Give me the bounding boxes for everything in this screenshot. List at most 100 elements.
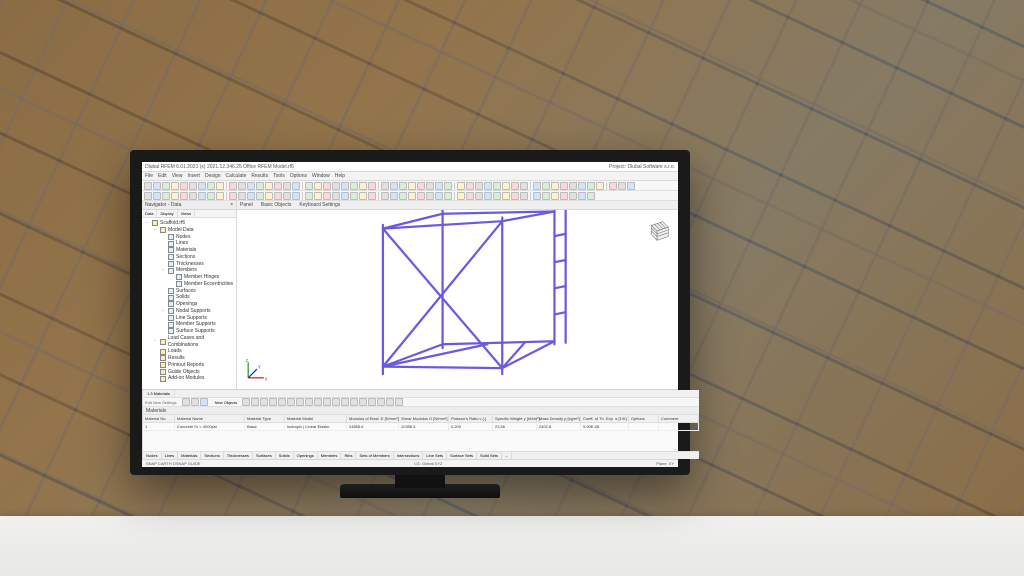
toolbar-icon[interactable]: [189, 182, 197, 190]
expand-icon[interactable]: -: [152, 227, 158, 234]
table-tool-icon[interactable]: [200, 398, 208, 406]
table-header-cell[interactable]: Material Model: [285, 415, 347, 422]
toolbar-icon[interactable]: [426, 182, 434, 190]
table-tool-icon[interactable]: [323, 398, 331, 406]
nav-tab-views[interactable]: Views: [178, 210, 196, 217]
toolbar-icon[interactable]: [533, 192, 541, 200]
toolbar-icon[interactable]: [587, 192, 595, 200]
tree-item[interactable]: Printout Reports: [144, 362, 234, 369]
toolbar-icon[interactable]: [475, 182, 483, 190]
toolbar-icon[interactable]: [314, 182, 322, 190]
table-header-cell[interactable]: Shear Modulus G [N/mm²]: [399, 415, 449, 422]
toolbar-icon[interactable]: [426, 192, 434, 200]
table-tool-icon[interactable]: [191, 398, 199, 406]
tree-item[interactable]: Thicknesses: [144, 261, 234, 268]
toolbar-icon[interactable]: [417, 182, 425, 190]
viewport-tab-basic[interactable]: Basic Objects: [261, 202, 292, 208]
toolbar-icon[interactable]: [569, 192, 577, 200]
menu-insert[interactable]: Insert: [187, 173, 200, 179]
toolbar-icon[interactable]: [283, 192, 291, 200]
menu-help[interactable]: Help: [335, 173, 345, 179]
toolbar-icon[interactable]: [569, 182, 577, 190]
toolbar-icon[interactable]: [511, 182, 519, 190]
menu-window[interactable]: Window: [312, 173, 330, 179]
toolbar-icon[interactable]: [542, 192, 550, 200]
toolbar-icon[interactable]: [198, 182, 206, 190]
toolbar-icon[interactable]: [180, 192, 188, 200]
tree-item[interactable]: Nodes: [144, 234, 234, 241]
expand-icon[interactable]: -: [160, 267, 166, 274]
toolbar-icon[interactable]: [475, 192, 483, 200]
model-canvas[interactable]: X Z Y: [237, 210, 678, 389]
table-cell[interactable]: Isotropic | Linear Elastic: [285, 423, 347, 430]
toolbar-icon[interactable]: [578, 182, 586, 190]
toolbar-icon[interactable]: [323, 192, 331, 200]
menu-file[interactable]: File: [145, 173, 153, 179]
toolbar-icon[interactable]: [533, 182, 541, 190]
toolbar-icon[interactable]: [457, 182, 465, 190]
navigator-close-icon[interactable]: ×: [230, 202, 233, 208]
table-foot-tab[interactable]: Materials: [178, 452, 201, 459]
toolbar-icon[interactable]: [332, 192, 340, 200]
toolbar-icon[interactable]: [368, 182, 376, 190]
menu-results[interactable]: Results: [251, 173, 268, 179]
table-tool-icon[interactable]: [182, 398, 190, 406]
tree-item[interactable]: Guide Objects: [144, 369, 234, 376]
toolbar-icon[interactable]: [274, 182, 282, 190]
toolbar-icon[interactable]: [265, 182, 273, 190]
toolbar-icon[interactable]: [162, 182, 170, 190]
toolbar-icon[interactable]: [457, 192, 465, 200]
table-tool-icon[interactable]: [305, 398, 313, 406]
expand-icon[interactable]: -: [144, 220, 150, 227]
table-tool-icon[interactable]: [314, 398, 322, 406]
toolbar-icon[interactable]: [247, 182, 255, 190]
expand-icon[interactable]: -: [160, 308, 166, 315]
expand-icon[interactable]: -: [152, 338, 158, 345]
table-tool-icon[interactable]: [287, 398, 295, 406]
table-cell[interactable]: [659, 423, 699, 430]
table-foot-tab[interactable]: Sets of Members: [356, 452, 393, 459]
toolbar-icon[interactable]: [359, 192, 367, 200]
tree-item[interactable]: Member Supports: [144, 321, 234, 328]
tree-item[interactable]: -Scaffold.rf6: [144, 220, 234, 227]
table-foot-tab[interactable]: ...: [502, 452, 512, 459]
toolbar-icon[interactable]: [484, 192, 492, 200]
table-header-cell[interactable]: Modulus of Elast. E [N/mm²]: [347, 415, 399, 422]
table-tool-icon[interactable]: [341, 398, 349, 406]
table-foot-tab[interactable]: Members: [318, 452, 342, 459]
table-row[interactable]: 1Concrete f'c = 4000psiBasicIsotropic | …: [143, 423, 699, 431]
toolbar-icon[interactable]: [542, 182, 550, 190]
table-foot-tab[interactable]: Solids: [276, 452, 294, 459]
toolbar-icon[interactable]: [162, 192, 170, 200]
toolbar-icon[interactable]: [618, 182, 626, 190]
toolbar-icon[interactable]: [399, 192, 407, 200]
menu-edit[interactable]: Edit: [158, 173, 167, 179]
menu-options[interactable]: Options: [290, 173, 307, 179]
toolbar-icon[interactable]: [198, 192, 206, 200]
toolbar-icon[interactable]: [466, 182, 474, 190]
table-header-cell[interactable]: Mass Density ρ [kg/m³]: [537, 415, 581, 422]
toolbar-icon[interactable]: [341, 192, 349, 200]
table-foot-tab[interactable]: Thicknesses: [224, 452, 253, 459]
toolbar-icon[interactable]: [493, 192, 501, 200]
table-tool-icon[interactable]: [368, 398, 376, 406]
tree-item[interactable]: Surface Supports: [144, 328, 234, 335]
toolbar-icon[interactable]: [238, 182, 246, 190]
toolbar-icon[interactable]: [493, 182, 501, 190]
toolbar-icon[interactable]: [484, 182, 492, 190]
toolbar-icon[interactable]: [350, 182, 358, 190]
toolbar-icon[interactable]: [551, 182, 559, 190]
table-foot-tab[interactable]: Surfaces: [253, 452, 276, 459]
toolbar-icon[interactable]: [408, 182, 416, 190]
table-tool-icon[interactable]: [350, 398, 358, 406]
toolbar-icon[interactable]: [216, 192, 224, 200]
tree-item[interactable]: Lines: [144, 240, 234, 247]
toolbar-icon[interactable]: [305, 182, 313, 190]
toolbar-icon[interactable]: [292, 182, 300, 190]
toolbar-icon[interactable]: [359, 182, 367, 190]
toolbar-icon[interactable]: [274, 192, 282, 200]
table-foot-tab[interactable]: Line Sets: [423, 452, 447, 459]
table-tool-icon[interactable]: [269, 398, 277, 406]
table-foot-tab[interactable]: Openings: [294, 452, 318, 459]
toolbar-icon[interactable]: [551, 192, 559, 200]
